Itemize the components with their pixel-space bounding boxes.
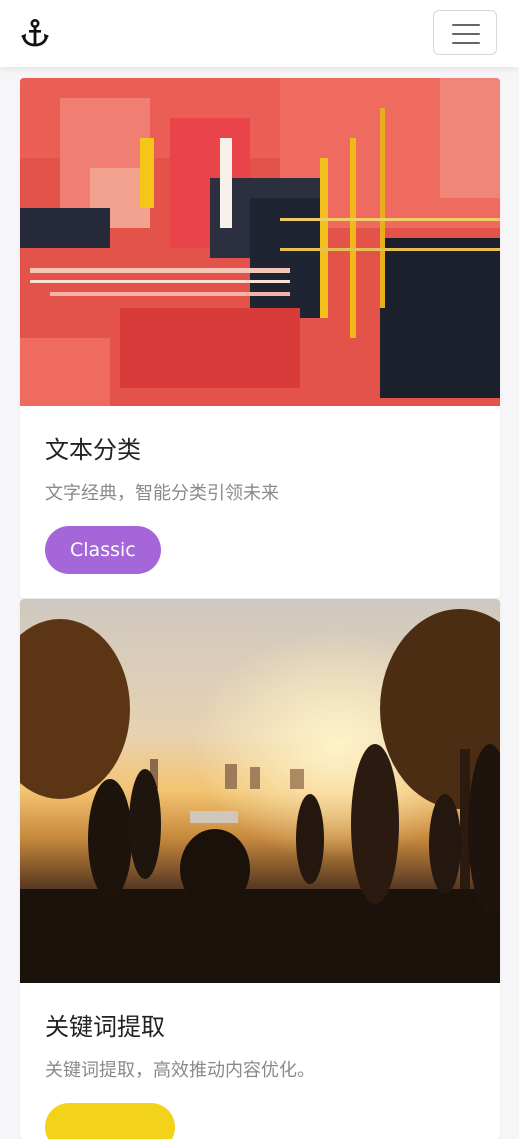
card-text-classification[interactable]: 文本分类 文字经典，智能分类引领未来 Classic xyxy=(20,78,500,598)
menu-toggle-button[interactable] xyxy=(433,10,497,55)
anchor-icon[interactable] xyxy=(20,18,50,48)
card-title: 文本分类 xyxy=(45,436,141,464)
category-badge-classic[interactable]: Classic xyxy=(45,526,161,574)
card-description: 关键词提取，高效推动内容优化。 xyxy=(45,1060,315,1081)
card-description: 文字经典，智能分类引领未来 xyxy=(45,483,279,504)
top-navbar xyxy=(0,0,519,67)
card-image-sunset-crowd xyxy=(20,599,500,983)
hamburger-menu-icon xyxy=(452,24,480,26)
card-keyword-extraction[interactable]: 关键词提取 关键词提取，高效推动内容优化。 xyxy=(20,599,500,1139)
card-image-abstract-painting xyxy=(20,78,500,406)
card-title: 关键词提取 xyxy=(45,1013,165,1041)
category-badge[interactable] xyxy=(45,1103,175,1139)
